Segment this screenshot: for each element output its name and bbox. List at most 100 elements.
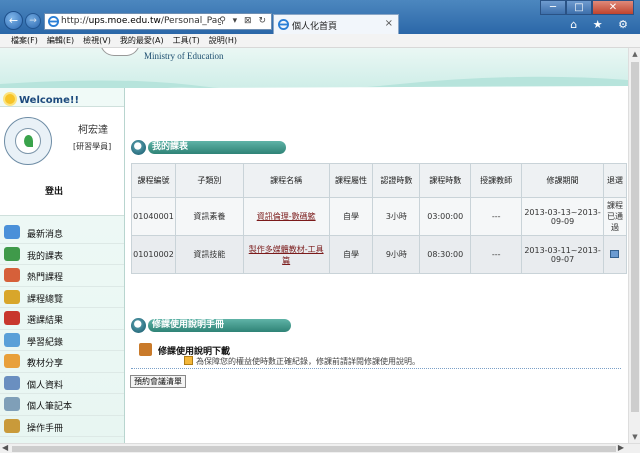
sidebar-item-label: 個人筆記本 — [27, 402, 73, 412]
column-header: 修課期間 — [521, 163, 604, 198]
menu-tools[interactable]: 工具(T) — [173, 34, 200, 47]
scroll-right-icon[interactable]: ▶ — [618, 443, 624, 452]
user-name: 柯宏達 — [78, 125, 108, 136]
menu-help[interactable]: 說明(H) — [209, 34, 237, 47]
course-link[interactable]: 資訊倫理-數碼籃 — [257, 212, 316, 221]
tab-title: 個人化首頁 — [292, 22, 338, 32]
course-name-cell: 製作多媒體教材-工具篇 — [242, 235, 330, 274]
browser-titlebar: ← → http://ups.moe.edu.tw/Personal_Page/… — [0, 0, 640, 34]
column-header: 子類別 — [174, 163, 244, 198]
sidebar-menu: 最新消息 我的課表 熱門課程 課程總覽 選課結果 學習紀錄 教材分享 個人資料 … — [0, 222, 124, 437]
minimize-button[interactable]: ─ — [540, 0, 566, 15]
scroll-left-icon[interactable]: ◀ — [2, 443, 8, 452]
leaf-icon — [24, 135, 33, 147]
ie-icon — [48, 16, 59, 27]
menu-edit[interactable]: 編輯(E) — [47, 34, 74, 47]
table-row: 01040001 資訊素養 資訊倫理-數碼籃 自學 3小時 03:00:00 -… — [131, 197, 628, 236]
forward-button[interactable]: → — [25, 13, 41, 29]
maximize-button[interactable]: □ — [566, 0, 592, 15]
course-duration: 03:00:00 — [419, 197, 472, 236]
course-drop-status: 課程已通過 — [602, 197, 628, 236]
sidebar-item-label: 操作手冊 — [27, 423, 64, 434]
sidebar-item-news[interactable]: 最新消息 — [0, 222, 124, 244]
table-header-row: 課程編號 子類別 課程名稱 課程屬性 認證時數 課程時數 授課教師 修課期間 退… — [131, 163, 628, 198]
menu-file[interactable]: 檔案(F) — [11, 34, 38, 47]
sidebar-item-notebook[interactable]: 個人筆記本 — [0, 394, 124, 416]
seal-center — [15, 128, 41, 154]
welcome-text: Welcome!! — [19, 95, 80, 106]
address-controls[interactable]: ⚲ ▾ ⊠ ↻ — [219, 16, 268, 26]
back-button[interactable]: ← — [4, 11, 23, 30]
sidebar-item-my-schedule[interactable]: 我的課表 — [0, 244, 124, 265]
sidebar-item-overview[interactable]: 課程總覽 — [0, 287, 124, 308]
page-viewport: Ministry of Education Welcome!! 柯宏達 [研習學… — [0, 48, 628, 443]
sidebar-item-label: 我的課表 — [27, 251, 64, 262]
sidebar-item-popular[interactable]: 熱門課程 — [0, 265, 124, 287]
course-teacher: --- — [470, 235, 523, 274]
sidebar-item-results[interactable]: 選課結果 — [0, 308, 124, 330]
scroll-down-icon[interactable]: ▼ — [629, 431, 640, 443]
sidebar-item-label: 選課結果 — [27, 316, 64, 326]
menu-view[interactable]: 檢視(V) — [83, 34, 111, 47]
logout-link[interactable]: 登出 — [45, 184, 63, 197]
course-teacher: --- — [470, 197, 523, 236]
toolbar-icons[interactable]: ⌂ ★ ⚙ — [570, 18, 634, 31]
sidebar-item-profile[interactable]: 個人資料 — [0, 373, 124, 394]
user-profile: 柯宏達 [研習學員] 登出 — [0, 106, 124, 216]
sidebar-item-label: 熱門課程 — [27, 273, 64, 283]
sidebar-item-records[interactable]: 學習紀錄 — [0, 330, 124, 351]
course-drop-cell — [602, 235, 628, 274]
menu-favorites[interactable]: 我的最愛(A) — [120, 34, 164, 47]
ie-icon — [278, 19, 289, 30]
course-id: 01010002 — [131, 235, 176, 274]
course-id: 01040001 — [131, 197, 176, 236]
scroll-up-icon[interactable]: ▲ — [629, 48, 640, 60]
vertical-scrollbar[interactable]: ▲ ▼ — [628, 48, 640, 443]
share-icon — [4, 354, 20, 368]
manual-section-header: 修課使用說明手冊 — [131, 318, 291, 333]
user-role: [研習學員] — [73, 142, 112, 151]
site-banner: Ministry of Education — [0, 48, 628, 98]
fire-icon — [4, 268, 20, 282]
sidebar-item-label: 課程總覽 — [27, 294, 64, 305]
course-category: 資訊技能 — [174, 235, 244, 274]
column-header: 課程編號 — [131, 163, 176, 198]
notebook-icon — [4, 397, 20, 411]
course-link[interactable]: 製作多媒體教材-工具篇 — [249, 245, 324, 265]
scroll-thumb[interactable] — [631, 62, 639, 412]
ministry-seal-icon — [4, 117, 52, 165]
tab-close-icon[interactable]: × — [385, 18, 393, 29]
book-icon — [139, 343, 152, 356]
course-category: 資訊素養 — [174, 197, 244, 236]
browser-tab[interactable]: 個人化首頁 × — [273, 14, 399, 34]
sidebar-item-label: 學習紀錄 — [27, 337, 64, 348]
sidebar-item-manual[interactable]: 操作手冊 — [0, 416, 124, 437]
course-type: 自學 — [328, 235, 374, 274]
address-bar[interactable]: http://ups.moe.edu.tw/Personal_Page/inde… — [44, 13, 272, 30]
menu-bar: 檔案(F) 編輯(E) 檢視(V) 我的最愛(A) 工具(T) 說明(H) — [0, 34, 640, 48]
section-bullet-icon — [131, 318, 146, 333]
sidebar-item-share[interactable]: 教材分享 — [0, 351, 124, 373]
column-header: 課程名稱 — [242, 163, 330, 198]
people-icon — [4, 246, 20, 261]
horizontal-scrollbar[interactable]: ◀ ▶ — [0, 443, 640, 453]
column-header: 認證時數 — [372, 163, 421, 198]
sun-icon — [5, 94, 15, 104]
url-prefix: http:// — [61, 16, 89, 26]
course-cert-hours: 3小時 — [372, 197, 421, 236]
hscroll-thumb[interactable] — [12, 446, 616, 452]
main-content: 我的課表 課程編號 子類別 課程名稱 課程屬性 認證時數 課程時數 授課教師 修… — [124, 88, 628, 443]
drop-course-icon[interactable] — [610, 249, 620, 258]
sidebar-item-label: 教材分享 — [27, 359, 64, 369]
window-buttons: ─ □ ✕ — [540, 0, 634, 15]
manual-section-title: 修課使用說明手冊 — [148, 319, 291, 332]
close-window-button[interactable]: ✕ — [592, 0, 634, 15]
url-path: /Personal_Page/index.ph — [160, 16, 221, 26]
schedule-title: 我的課表 — [148, 141, 286, 154]
ministry-title: Ministry of Education — [144, 51, 224, 61]
reserve-meeting-button[interactable]: 預約會議清單 — [130, 375, 186, 388]
user-icon — [4, 375, 20, 390]
manual-icon — [4, 418, 20, 433]
course-table: 課程編號 子類別 課程名稱 課程屬性 認證時數 課程時數 授課教師 修課期間 退… — [131, 163, 628, 274]
calendar-icon — [4, 311, 20, 325]
